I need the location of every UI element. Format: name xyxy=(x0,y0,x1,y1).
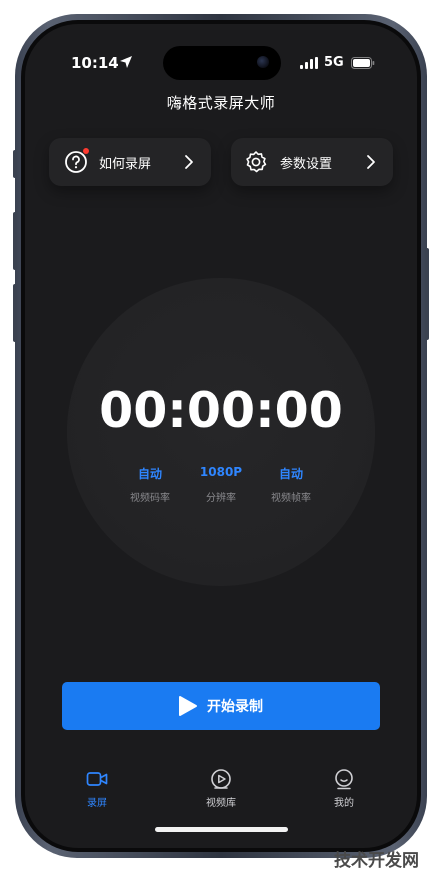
battery-icon xyxy=(351,57,375,69)
power-button xyxy=(425,248,429,340)
user-icon[interactable] xyxy=(333,768,355,790)
front-camera xyxy=(257,56,269,68)
tab-video-library[interactable]: 视频库 xyxy=(191,794,251,809)
play-circle-icon[interactable] xyxy=(210,768,232,790)
tab-record[interactable]: 录屏 xyxy=(67,794,127,809)
watermark: 技术开发网 xyxy=(334,851,419,871)
cellular-signal-icon xyxy=(300,57,318,69)
start-recording-label: 开始录制 xyxy=(207,699,263,715)
chevron-right-icon xyxy=(185,155,193,169)
resolution-label: 分辨率 xyxy=(206,493,236,504)
tab-mine[interactable]: 我的 xyxy=(314,794,374,809)
gear-icon xyxy=(246,151,267,173)
how-to-record-label: 如何录屏 xyxy=(99,157,152,172)
recording-timer: 00:00:00 xyxy=(99,382,343,439)
app-screen: 10:14 5G 嗨格式录屏大师 如何录屏 参数设置 00:00:00 自动 视… xyxy=(25,24,417,848)
home-indicator[interactable] xyxy=(155,827,288,832)
action-button xyxy=(13,150,17,178)
volume-up-button xyxy=(13,212,17,270)
chevron-right-icon xyxy=(367,155,375,169)
network-type: 5G xyxy=(324,55,344,70)
app-title: 嗨格式录屏大师 xyxy=(166,94,276,112)
status-time: 10:14 xyxy=(71,54,119,72)
resolution-value[interactable]: 1080P xyxy=(181,465,261,479)
location-arrow-icon xyxy=(120,56,132,68)
bitrate-value[interactable]: 自动 xyxy=(110,465,190,482)
framerate-label: 视频帧率 xyxy=(271,493,311,504)
framerate-value[interactable]: 自动 xyxy=(251,465,331,482)
bitrate-label: 视频码率 xyxy=(130,493,170,504)
volume-down-button xyxy=(13,284,17,342)
video-camera-icon[interactable] xyxy=(86,768,108,790)
play-icon xyxy=(179,696,197,716)
settings-label: 参数设置 xyxy=(280,157,333,172)
notification-dot xyxy=(83,148,89,154)
